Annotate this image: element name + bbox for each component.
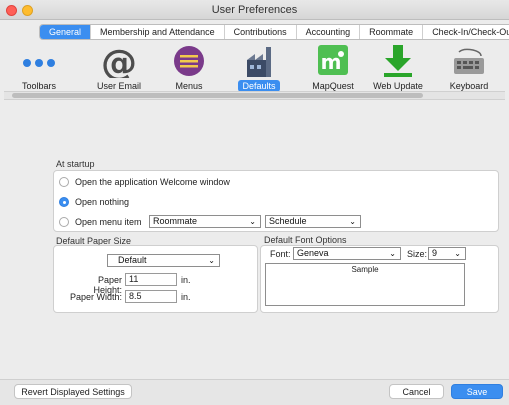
menu-item-select[interactable]: Roommate ⌄ [149, 215, 261, 228]
chevron-down-icon: ⌄ [454, 249, 461, 258]
font-select-value: Geneva [297, 248, 329, 258]
keyboard-icon [449, 44, 489, 78]
toolbar-item-user-email[interactable]: @ User Email [84, 43, 154, 92]
tab-membership-attendance[interactable]: Membership and Attendance [91, 25, 225, 39]
paper-width-input[interactable]: 8.5 [125, 290, 177, 303]
paper-width-label: Paper Width: [69, 292, 122, 302]
chevron-down-icon: ⌄ [349, 217, 356, 226]
radio-button-selected[interactable] [59, 197, 69, 207]
icon-toolbar: Toolbars @ User Email Menus Defaults m M… [0, 40, 509, 94]
paper-size-select-value: Default [118, 255, 147, 265]
dots-icon [19, 44, 59, 78]
tab-accounting[interactable]: Accounting [297, 25, 361, 39]
at-sign-icon: @ [99, 43, 139, 84]
startup-option-welcome[interactable]: Open the application Welcome window [59, 175, 230, 189]
startup-option-label: Open menu item [75, 217, 142, 227]
window-title: User Preferences [211, 4, 298, 16]
save-button[interactable]: Save [451, 384, 503, 399]
paper-height-unit: in. [181, 275, 191, 285]
tab-contributions[interactable]: Contributions [225, 25, 297, 39]
chevron-down-icon: ⌄ [249, 217, 256, 226]
toolbar-scrollbar[interactable] [12, 93, 423, 98]
title-bar: User Preferences [0, 0, 509, 20]
font-label: Font: [270, 249, 291, 259]
font-select[interactable]: Geneva ⌄ [293, 247, 401, 260]
chevron-down-icon: ⌄ [389, 249, 396, 258]
bottom-button-bar: Revert Displayed Settings Cancel Save [0, 379, 509, 405]
defaults-panel: At startup Open the application Welcome … [0, 101, 509, 379]
menu-icon [169, 44, 209, 78]
startup-option-label: Open the application Welcome window [75, 177, 230, 187]
size-select-value: 9 [432, 248, 438, 258]
radio-button[interactable] [59, 177, 69, 187]
startup-option-label: Open nothing [75, 197, 130, 207]
startup-option-nothing[interactable]: Open nothing [59, 195, 129, 209]
preference-tabs: General Membership and Attendance Contri… [39, 24, 509, 40]
menu-subitem-select-value: Schedule [269, 216, 307, 226]
tab-general[interactable]: General [40, 25, 92, 39]
paper-size-select[interactable]: Default ⌄ [107, 254, 220, 267]
font-options-label: Default Font Options [264, 235, 347, 245]
paper-width-unit: in. [181, 292, 191, 302]
toolbar-item-menus[interactable]: Menus [154, 44, 224, 92]
toolbar-item-web-update[interactable]: Web Update [363, 44, 433, 92]
startup-option-menu-item[interactable]: Open menu item [59, 215, 142, 229]
size-label: Size: [407, 249, 428, 259]
startup-label: At startup [56, 159, 95, 169]
font-sample-text: Sample [351, 265, 379, 274]
menu-subitem-select[interactable]: Schedule ⌄ [265, 215, 361, 228]
tab-roommate[interactable]: Roommate [360, 25, 424, 39]
chevron-down-icon: ⌄ [208, 256, 215, 265]
toolbar-item-keyboard[interactable]: Keyboard [434, 44, 504, 92]
toolbar-item-mapquest[interactable]: m MapQuest [298, 44, 368, 92]
font-options-box: Font: Geneva ⌄ Size: 9 ⌄ Sample [260, 245, 499, 313]
paper-height-input[interactable]: 11 [125, 273, 177, 286]
mapquest-icon: m [313, 44, 353, 78]
revert-settings-button[interactable]: Revert Displayed Settings [14, 384, 132, 399]
paper-size-box: Default ⌄ Paper Height: 11 in. Paper Wid… [53, 245, 258, 313]
tab-check-in-check-out[interactable]: Check-In/Check-Out [423, 25, 509, 39]
menu-item-select-value: Roommate [153, 216, 198, 226]
toolbar-item-defaults[interactable]: Defaults [224, 44, 294, 92]
font-sample-box: Sample [265, 263, 465, 306]
toolbar-item-toolbars[interactable]: Toolbars [4, 44, 74, 92]
startup-box: Open the application Welcome window Open… [53, 170, 499, 232]
size-select[interactable]: 9 ⌄ [428, 247, 466, 260]
svg-text:@: @ [101, 44, 137, 78]
cancel-button[interactable]: Cancel [389, 384, 444, 399]
factory-icon [239, 44, 279, 78]
radio-button[interactable] [59, 217, 69, 227]
download-arrow-icon [378, 44, 418, 78]
